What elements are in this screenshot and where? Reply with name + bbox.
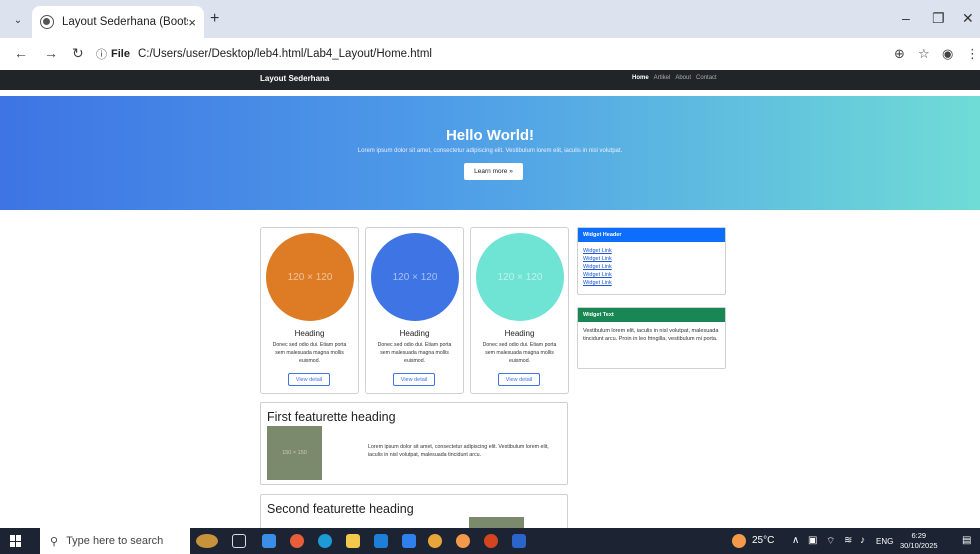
card-1: 120 × 120 Heading Donec sed odio dui. Et…: [260, 227, 359, 394]
network-icon[interactable]: ⌔: [826, 535, 835, 548]
word-icon[interactable]: [512, 534, 526, 548]
clock-time: 6:29: [911, 531, 927, 540]
page-viewport: Layout Sederhana Home Artikel About Cont…: [0, 70, 980, 528]
menu-kebab-icon[interactable]: ⋮: [966, 46, 979, 62]
featurette-image-placeholder: 150 × 150: [267, 426, 322, 480]
notification-icon[interactable]: ▤: [962, 535, 971, 546]
card-text: Donec sed odio dui. Etiam porta sem male…: [482, 342, 557, 364]
task-view-icon[interactable]: [232, 534, 246, 548]
widget-links: Widget Header Widget Link Widget Link Wi…: [577, 227, 726, 295]
taskbar-search-placeholder: Type here to search: [66, 535, 164, 547]
browser-tab[interactable]: Layout Sederhana (Bootstrap) ×: [32, 6, 204, 38]
taskbar-search[interactable]: ⚲ Type here to search: [40, 528, 190, 554]
widget-link[interactable]: Widget Link: [583, 263, 720, 271]
widget-text-header: Widget Text: [578, 308, 725, 322]
windows-start-icon[interactable]: [10, 535, 22, 547]
featurette-text: Lorem ipsum dolor sit amet, consectetur …: [368, 444, 549, 458]
info-icon[interactable]: ⓘ: [96, 46, 107, 62]
file-explorer-icon[interactable]: [346, 534, 360, 548]
close-window-icon[interactable]: ✕: [962, 10, 974, 27]
store-icon[interactable]: [262, 534, 276, 548]
card-text: Donec sed odio dui. Etiam porta sem male…: [272, 342, 347, 364]
navbar-brand[interactable]: Layout Sederhana: [260, 74, 329, 83]
hero-text: Lorem ipsum dolor sit amet, consectetur …: [357, 148, 623, 154]
widget-link[interactable]: Widget Link: [583, 279, 720, 287]
card-2: 120 × 120 Heading Donec sed odio dui. Et…: [365, 227, 464, 394]
outlook-icon[interactable]: [374, 534, 388, 548]
tray-chevron-up-icon[interactable]: ∧: [792, 535, 799, 546]
url-text[interactable]: C:/Users/user/Desktop/leb4.html/Lab4_Lay…: [138, 48, 432, 60]
new-tab-icon[interactable]: +: [210, 10, 219, 28]
nav-link-contact[interactable]: Contact: [696, 75, 717, 81]
restore-icon[interactable]: ❐: [932, 10, 945, 27]
tab-title: Layout Sederhana (Bootstrap): [62, 16, 188, 28]
app-icon[interactable]: [484, 534, 498, 548]
weather-icon[interactable]: [732, 534, 746, 548]
profile-icon[interactable]: ◉: [942, 46, 953, 62]
featurette-image-placeholder: [469, 517, 524, 528]
view-detail-button[interactable]: View detail: [288, 373, 330, 386]
language-indicator[interactable]: ENG: [876, 537, 893, 546]
browser-tab-strip: ⌄ Layout Sederhana (Bootstrap) × + – ❐ ✕: [0, 0, 980, 38]
card-text: Donec sed odio dui. Etiam porta sem male…: [377, 342, 452, 364]
hero-title: Hello World!: [445, 127, 535, 144]
search-icon: ⚲: [50, 535, 59, 548]
widget-text-body: Vestibulum lorem elit, iaculis in nisl v…: [583, 328, 719, 342]
view-detail-button[interactable]: View detail: [498, 373, 540, 386]
nav-link-about[interactable]: About: [675, 75, 691, 81]
nav-link-home[interactable]: Home: [632, 75, 649, 81]
widget-link[interactable]: Widget Link: [583, 271, 720, 279]
site-navbar: Layout Sederhana Home Artikel About Cont…: [0, 70, 980, 90]
view-detail-button[interactable]: View detail: [393, 373, 435, 386]
widget-header: Widget Header: [578, 228, 725, 242]
globe-icon: [40, 15, 54, 29]
nav-link-artikel[interactable]: Artikel: [654, 75, 671, 81]
taskbar-clock[interactable]: 6:29 30/10/2025: [900, 531, 938, 551]
featurette-heading: First featurette heading: [267, 410, 396, 424]
tray-app-icon[interactable]: ▣: [808, 535, 817, 546]
clock-date: 30/10/2025: [900, 541, 938, 550]
copilot-icon[interactable]: [290, 534, 304, 548]
card-heading: Heading: [504, 329, 535, 338]
windows-taskbar: ⚲ Type here to search 25°C ∧ ▣ ⌔ ≋ ♪ ENG…: [0, 528, 980, 554]
widget-link[interactable]: Widget Link: [583, 255, 720, 263]
card-heading: Heading: [294, 329, 325, 338]
bookmark-star-icon[interactable]: ☆: [918, 46, 930, 62]
card-image-placeholder: 120 × 120: [266, 233, 354, 321]
featurette-1: First featurette heading 150 × 150 Lorem…: [260, 402, 568, 485]
learn-more-button[interactable]: Learn more »: [464, 163, 523, 180]
chrome-icon[interactable]: [428, 534, 442, 548]
back-icon[interactable]: ←: [14, 45, 28, 61]
forward-icon[interactable]: →: [44, 45, 58, 61]
browser-toolbar: ← → ↻ ⓘ File C:/Users/user/Desktop/leb4.…: [0, 38, 980, 70]
chrome-canary-icon[interactable]: [456, 534, 470, 548]
volume-icon[interactable]: ♪: [860, 535, 865, 546]
wifi-icon[interactable]: ≋: [844, 535, 852, 546]
hero-jumbotron: Hello World! Lorem ipsum dolor sit amet,…: [0, 96, 980, 210]
tab-close-icon[interactable]: ×: [188, 15, 196, 30]
card-3: 120 × 120 Heading Donec sed odio dui. Et…: [470, 227, 569, 394]
edge-icon[interactable]: [318, 534, 332, 548]
card-heading: Heading: [399, 329, 430, 338]
widget-links-body: Widget Link Widget Link Widget Link Widg…: [578, 242, 725, 292]
featurette-2: Second featurette heading: [260, 494, 568, 528]
address-bar[interactable]: ⓘ File C:/Users/user/Desktop/leb4.html/L…: [96, 42, 942, 66]
zoom-icon[interactable]: ⊕: [894, 46, 905, 62]
widget-link[interactable]: Widget Link: [583, 247, 720, 255]
url-scheme: File: [111, 48, 130, 60]
widget-text: Widget Text Vestibulum lorem elit, iacul…: [577, 307, 726, 369]
widgets-camel-icon[interactable]: [196, 534, 218, 548]
card-image-placeholder: 120 × 120: [371, 233, 459, 321]
reload-icon[interactable]: ↻: [72, 45, 84, 62]
card-image-placeholder: 120 × 120: [476, 233, 564, 321]
tab-search-chevron-icon[interactable]: ⌄: [8, 10, 28, 30]
featurette-heading: Second featurette heading: [267, 502, 414, 516]
vscode-icon[interactable]: [402, 534, 416, 548]
weather-temperature[interactable]: 25°C: [752, 535, 774, 546]
navbar-links: Home Artikel About Contact: [632, 75, 717, 81]
minimize-icon[interactable]: –: [902, 10, 910, 26]
